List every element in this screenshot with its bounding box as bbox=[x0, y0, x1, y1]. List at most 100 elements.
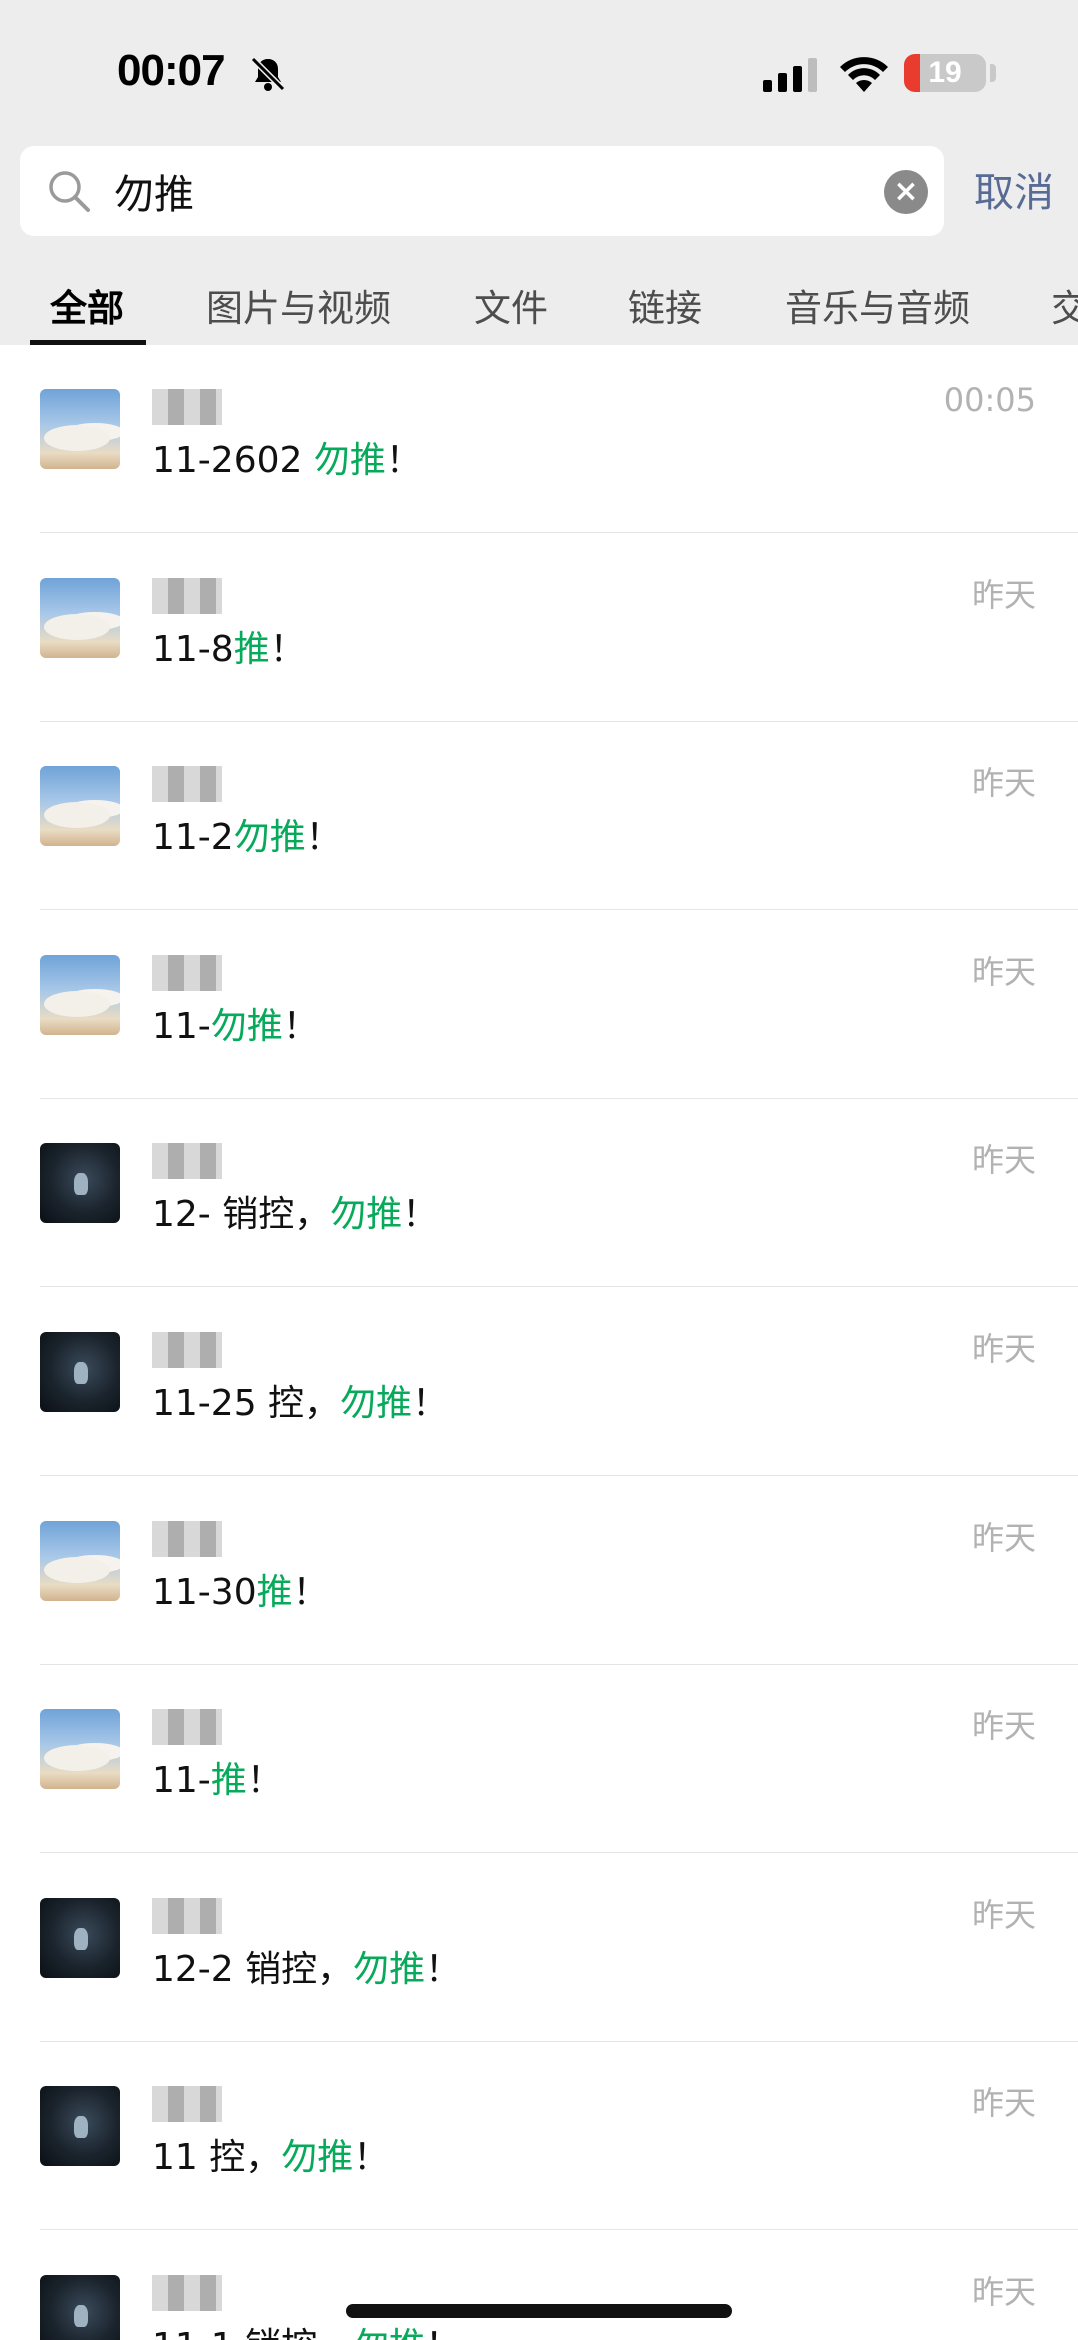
list-item[interactable]: 12-2 销控，勿推！ 昨天 bbox=[0, 1854, 1078, 2042]
pixelated-name bbox=[152, 1897, 222, 1934]
status-time: 00:07 bbox=[117, 46, 226, 95]
pixelated-name bbox=[152, 2086, 222, 2123]
pixelated-name bbox=[152, 1143, 222, 1180]
message-time: 昨天 bbox=[971, 764, 1036, 803]
keyword-highlight: 勿推 bbox=[353, 2326, 425, 2340]
message-prefix: 11-2 bbox=[152, 817, 234, 859]
avatar bbox=[40, 1332, 120, 1412]
message-suffix: ！ bbox=[292, 1571, 329, 1613]
wifi-icon bbox=[840, 57, 888, 92]
avatar bbox=[40, 1143, 120, 1224]
message-suffix: ！ bbox=[425, 1948, 462, 1990]
message-prefix: 11-2602 bbox=[152, 440, 314, 481]
message-suffix: ！ bbox=[402, 1194, 439, 1236]
message-time: 昨天 bbox=[971, 2273, 1036, 2311]
avatar bbox=[40, 1709, 120, 1790]
message-time: 昨天 bbox=[971, 1141, 1036, 1180]
pixelated-name bbox=[152, 1709, 222, 1746]
message-snippet: 11-推！ bbox=[152, 1751, 283, 1803]
message-prefix: 12-2 销控， bbox=[152, 1948, 354, 1990]
list-item[interactable]: 11-25 控，勿推！ 昨天 bbox=[0, 1288, 1078, 1476]
message-time: 昨天 bbox=[971, 1707, 1036, 1746]
message-suffix: ！ bbox=[246, 1760, 283, 1802]
avatar bbox=[40, 2275, 120, 2340]
tab-more[interactable]: 交 bbox=[1051, 278, 1078, 332]
message-time: 昨天 bbox=[971, 1895, 1036, 1934]
message-snippet: 11-勿推！ bbox=[152, 997, 319, 1049]
message-prefix: 11-30 bbox=[152, 1571, 257, 1613]
status-bar: 00:07 19 bbox=[0, 0, 1078, 140]
search-icon bbox=[49, 171, 90, 212]
message-suffix: ！ bbox=[282, 1005, 319, 1047]
cellular-signal-icon bbox=[763, 58, 817, 92]
avatar bbox=[40, 766, 120, 847]
keyword-highlight: 勿推 bbox=[330, 1194, 403, 1236]
avatar bbox=[40, 577, 120, 658]
tab-images-videos[interactable]: 图片与视频 bbox=[206, 278, 391, 332]
message-time: 昨天 bbox=[971, 1518, 1036, 1557]
list-item[interactable]: 11-30推！ 昨天 bbox=[0, 1477, 1078, 1665]
message-snippet: 11 控，勿推！ bbox=[152, 2128, 389, 2180]
battery-tip bbox=[990, 64, 996, 82]
message-suffix: ！ bbox=[353, 2137, 390, 2179]
message-snippet: 11-30推！ bbox=[152, 1563, 329, 1615]
list-item[interactable]: 11-勿推！ 昨天 bbox=[0, 911, 1078, 1099]
avatar bbox=[40, 1520, 120, 1601]
search-box[interactable]: × bbox=[20, 146, 944, 236]
message-snippet: 12- 销控，勿推！ bbox=[152, 1185, 438, 1237]
message-snippet: 11-1 销控，勿推！ bbox=[152, 2317, 461, 2340]
message-time: 昨天 bbox=[971, 2084, 1036, 2123]
cancel-button[interactable]: 取消 bbox=[974, 160, 1054, 218]
message-suffix: ！ bbox=[425, 2326, 461, 2340]
message-prefix: 12- 销控， bbox=[152, 1194, 331, 1236]
message-snippet: 12-2 销控，勿推！ bbox=[152, 1940, 461, 1992]
list-item[interactable]: 11-2勿推！ 昨天 bbox=[0, 722, 1078, 911]
tab-all[interactable]: 全部 bbox=[50, 278, 124, 332]
close-circle-icon[interactable]: × bbox=[884, 170, 928, 214]
battery-percent: 19 bbox=[928, 56, 962, 89]
keyword-highlight: 勿推 bbox=[281, 2137, 354, 2179]
search-result-list: 11-2602 勿推！ 00:05 11-8推！ 昨天 11-2勿推！ 昨天 11-勿推！昨… bbox=[0, 345, 1078, 2340]
message-suffix: ！ bbox=[412, 1383, 449, 1424]
keyword-highlight: 勿推 bbox=[233, 817, 306, 859]
keyword-highlight: 推 bbox=[210, 1760, 247, 1802]
header-area: 00:07 19 × 取消 bbox=[0, 0, 1078, 345]
avatar bbox=[40, 389, 120, 469]
avatar bbox=[40, 2086, 120, 2167]
pixelated-name bbox=[152, 389, 222, 425]
tab-files[interactable]: 文件 bbox=[474, 278, 548, 332]
tab-music-audio[interactable]: 音乐与音频 bbox=[785, 278, 970, 332]
message-prefix: 11- bbox=[152, 1005, 211, 1047]
pixelated-name bbox=[152, 954, 222, 991]
message-time: 昨天 bbox=[971, 575, 1036, 614]
keyword-highlight: 推 bbox=[256, 1571, 293, 1613]
list-item[interactable]: 12- 销控，勿推！ 昨天 bbox=[0, 1099, 1078, 1288]
home-indicator[interactable] bbox=[346, 2304, 732, 2318]
list-item[interactable]: 11-2602 勿推！ 00:05 bbox=[0, 345, 1078, 533]
message-snippet: 11-2602 勿推！ bbox=[152, 431, 422, 483]
message-prefix: 11 控， bbox=[152, 2137, 282, 2179]
keyword-highlight: 勿推 bbox=[313, 440, 386, 481]
message-snippet: 11-25 控，勿推！ bbox=[152, 1374, 448, 1426]
avatar bbox=[40, 1897, 120, 1978]
message-prefix: 11-8 bbox=[152, 628, 234, 670]
message-prefix: 11- bbox=[152, 1760, 211, 1802]
search-input[interactable] bbox=[114, 160, 894, 222]
avatar bbox=[40, 954, 120, 1035]
message-snippet: 11-2勿推！ bbox=[152, 808, 342, 860]
category-tabs: 全部 图片与视频 文件 链接 音乐与音频 交 bbox=[0, 270, 1078, 345]
list-item[interactable]: 11-1 销控，勿推！ 昨天 bbox=[0, 2231, 1078, 2340]
pixelated-name bbox=[152, 1332, 222, 1368]
message-suffix: ！ bbox=[269, 628, 306, 670]
list-item[interactable]: 11-推！ 昨天 bbox=[0, 1665, 1078, 1854]
bell-off-icon bbox=[250, 56, 286, 92]
message-prefix: 11-25 控， bbox=[152, 1383, 341, 1424]
keyword-highlight: 勿推 bbox=[353, 1948, 426, 1990]
message-suffix: ！ bbox=[385, 440, 422, 481]
list-item[interactable]: 11-8推！ 昨天 bbox=[0, 534, 1078, 722]
keyword-highlight: 推 bbox=[233, 628, 270, 670]
tab-links[interactable]: 链接 bbox=[628, 278, 702, 332]
list-item[interactable]: 11 控，勿推！ 昨天 bbox=[0, 2042, 1078, 2231]
keyword-highlight: 勿推 bbox=[210, 1005, 283, 1047]
pixelated-name bbox=[152, 766, 222, 803]
